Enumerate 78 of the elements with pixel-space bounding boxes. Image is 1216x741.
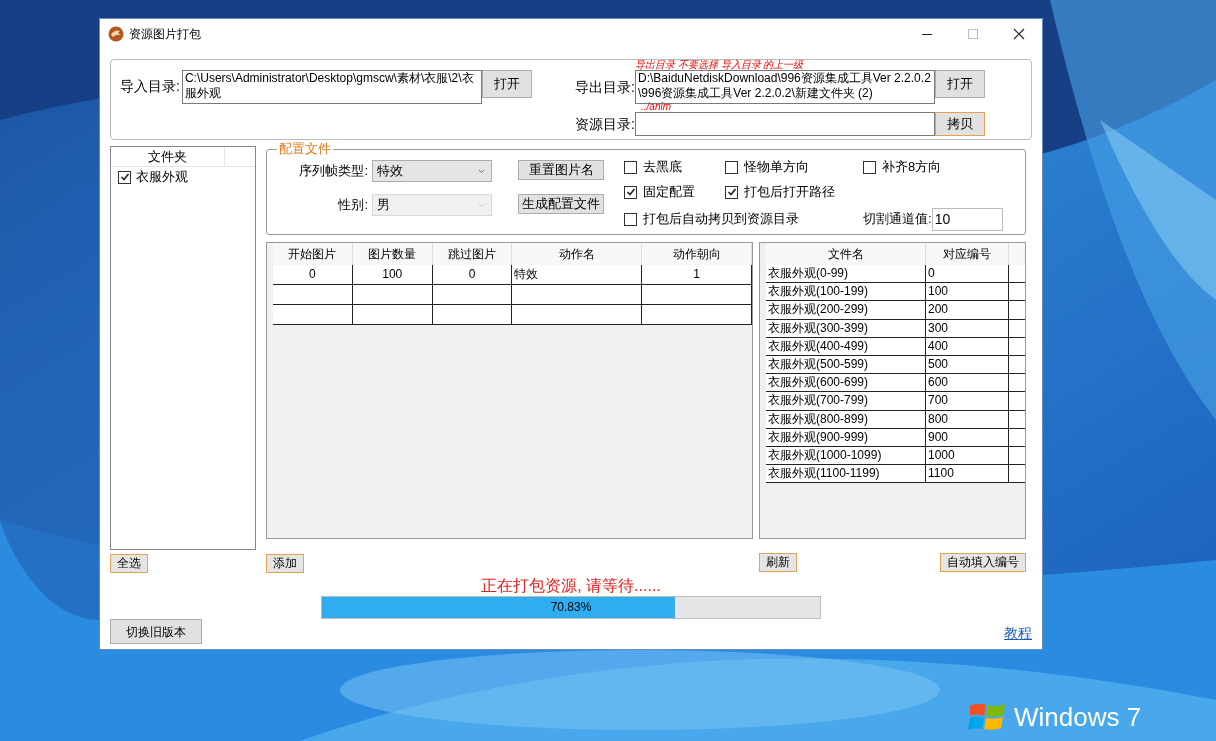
field-label: 序列帧类型: [298, 162, 369, 181]
checked-checkbox[interactable] [725, 185, 738, 199]
tutorial-link[interactable]: 教程 [1004, 623, 1032, 644]
table-cell: 衣服外观(1000-1099) [766, 446, 926, 465]
select-all-button[interactable]: 全选 [110, 554, 148, 573]
table-cell: 100 [926, 283, 1009, 301]
export-hint: 导出目录 不要选择 导入目录 的上一级 [635, 60, 805, 70]
table-cell: 400 [926, 337, 1009, 355]
generate-config-button[interactable]: 生成配置文件 [518, 194, 604, 214]
checkbox[interactable] [624, 160, 637, 174]
table-cell: 600 [926, 374, 1009, 392]
table-cell: 衣服外观(800-899) [766, 410, 926, 428]
table-cell: 衣服外观(900-999) [766, 428, 926, 446]
table-cell: 0 [432, 265, 513, 284]
app-logo-icon [108, 26, 124, 42]
table-cell: 200 [926, 301, 1009, 319]
table-cell: 100 [352, 265, 433, 284]
resource-label: 资源目录: [574, 114, 635, 134]
reset-names-button[interactable]: 重置图片名 [518, 160, 604, 180]
option-label: 怪物单方向 [744, 158, 809, 177]
chevron-down-icon [478, 168, 485, 174]
table-cell: 500 [926, 355, 1009, 374]
table-cell: 300 [926, 319, 1009, 337]
table-cell: 衣服外观(0-99) [766, 265, 926, 283]
export-label: 导出目录: [574, 78, 635, 97]
table-cell: 衣服外观(700-799) [766, 392, 926, 410]
resource-path-field[interactable] [635, 112, 935, 136]
add-button[interactable]: 添加 [266, 554, 304, 573]
table-cell: 700 [926, 392, 1009, 410]
table-cell: 特效 [512, 265, 643, 284]
window-title: 资源图片打包 [129, 26, 201, 43]
table-cell: 衣服外观(200-299) [766, 301, 926, 319]
checkbox[interactable] [863, 160, 876, 174]
checkbox[interactable] [624, 212, 637, 226]
table-cell: 0 [926, 265, 1009, 283]
group-title: 配置文件 [278, 142, 332, 156]
chevron-down-icon [478, 202, 485, 208]
open-button[interactable]: 打开 [481, 70, 532, 98]
folder-name: 衣服外观 [136, 168, 188, 187]
option-label: 打包后自动拷贝到资源目录 [643, 210, 799, 229]
table-cell: 900 [926, 428, 1009, 446]
refresh-button[interactable]: 刷新 [759, 553, 797, 572]
close-icon [1013, 28, 1025, 40]
option-label: 去黑底 [643, 158, 682, 177]
folder-item[interactable]: 衣服外观 [111, 167, 255, 187]
threshold-label: 切割通道值: [863, 210, 932, 229]
table-cell: 衣服外观(400-499) [766, 337, 926, 355]
dropdown[interactable]: 特效 [372, 160, 492, 182]
table-cell: 衣服外观(600-699) [766, 374, 926, 392]
import-path-field[interactable]: C:\Users\Administrator\Desktop\gmscw\素材\衣服\2\衣服外观 [181, 70, 482, 104]
anim-hint: ../anim [641, 102, 672, 112]
table-cell: 衣服外观(1100-1199) [766, 465, 926, 483]
threshold-field[interactable]: 10 [931, 207, 1003, 231]
table-cell: 衣服外观(500-599) [766, 355, 926, 374]
checked-checkbox[interactable] [624, 185, 637, 199]
table-cell: 800 [926, 410, 1009, 428]
option-label: 固定配置 [643, 183, 695, 202]
field-label: 性别: [337, 196, 369, 215]
open-button[interactable]: 打开 [935, 70, 985, 98]
checked-checkbox[interactable] [118, 170, 131, 184]
table-cell: 1 [642, 265, 752, 284]
table-cell: 衣服外观(100-199) [766, 283, 926, 301]
copy-button[interactable]: 拷贝 [935, 112, 985, 136]
table-cell: 1100 [926, 465, 1009, 483]
option-label: 打包后打开路径 [744, 183, 835, 202]
table-cell: 1000 [926, 446, 1009, 465]
switch-version-button[interactable]: 切换旧版本 [110, 619, 202, 644]
checkbox[interactable] [725, 160, 738, 174]
import-label: 导入目录: [120, 77, 180, 96]
auto-number-button[interactable]: 自动填入编号 [940, 553, 1026, 572]
table-cell: 衣服外观(300-399) [766, 319, 926, 337]
column-header: 文件夹 [111, 147, 225, 166]
maximize-icon [968, 29, 978, 39]
os-logo-text: Windows 7 [1014, 702, 1142, 732]
table-cell: 0 [273, 265, 353, 284]
status-message: 正在打包资源, 请等待...... [481, 576, 661, 596]
option-label: 补齐8方向 [882, 158, 942, 177]
progress-reading: 70.83% [549, 599, 593, 616]
